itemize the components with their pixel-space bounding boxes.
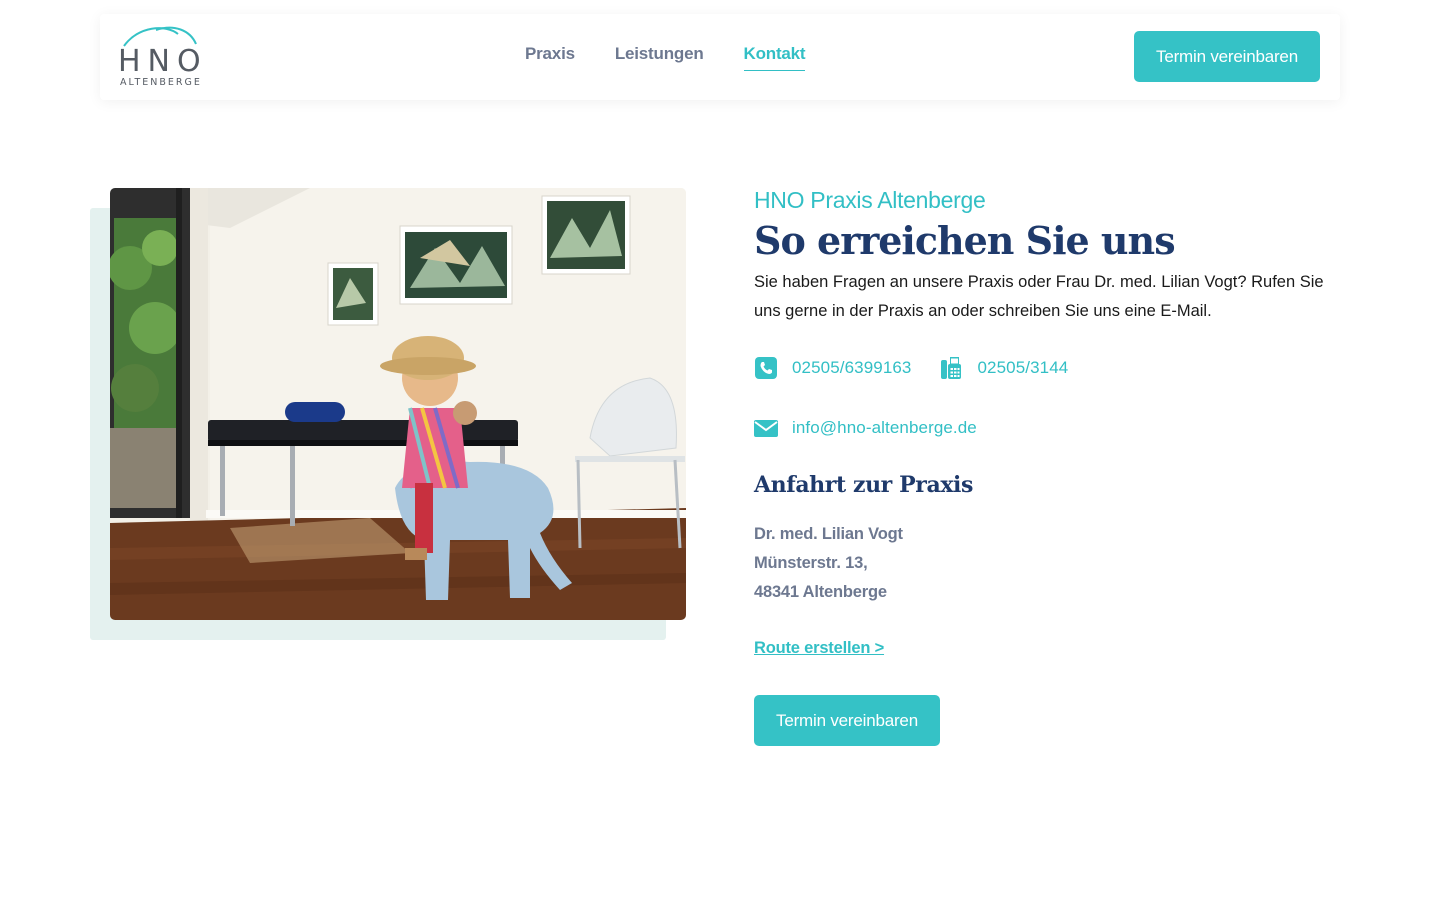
appointment-button[interactable]: Termin vereinbaren (754, 695, 940, 746)
waiting-room-photo (110, 188, 686, 620)
nav-item-praxis[interactable]: Praxis (525, 44, 575, 71)
phone-link[interactable]: 02505/6399163 (754, 356, 911, 380)
nav-item-kontakt[interactable]: Kontakt (743, 44, 806, 71)
logo-text: HNO (118, 44, 208, 79)
logo[interactable]: HNO ALTENBERGE (118, 24, 208, 90)
directions-title: Anfahrt zur Praxis (754, 472, 973, 498)
fax-icon (941, 357, 962, 379)
phone-fax-row: 02505/6399163 02505/3144 (754, 356, 1068, 380)
address-line-street: Münsterstr. 13, (754, 554, 868, 572)
main-nav: Praxis Leistungen Kontakt (525, 44, 806, 71)
address-line-name: Dr. med. Lilian Vogt (754, 525, 903, 543)
fax-entry: 02505/3144 (939, 356, 1068, 380)
intro-text: Sie haben Fragen an unsere Praxis oder F… (754, 273, 1324, 320)
phone-number: 02505/6399163 (792, 358, 912, 377)
address-line-city: 48341 Altenberge (754, 583, 887, 601)
envelope-icon (754, 420, 778, 437)
site-header: HNO ALTENBERGE Praxis Leistungen Kontakt… (100, 14, 1340, 100)
logo-subtext: ALTENBERGE (120, 77, 202, 88)
email-address: info@hno-altenberge.de (792, 418, 977, 437)
email-link[interactable]: info@hno-altenberge.de (754, 416, 977, 440)
section-eyebrow: HNO Praxis Altenberge (754, 187, 986, 213)
address-block: Dr. med. Lilian Vogt Münsterstr. 13, 483… (754, 520, 903, 607)
fax-number: 02505/3144 (977, 358, 1069, 377)
route-link[interactable]: Route erstellen > (754, 639, 884, 658)
nav-item-leistungen[interactable]: Leistungen (615, 44, 704, 71)
header-appointment-button[interactable]: Termin vereinbaren (1134, 31, 1320, 82)
page-title: So erreichen Sie uns (754, 218, 1176, 263)
phone-icon (755, 357, 777, 379)
